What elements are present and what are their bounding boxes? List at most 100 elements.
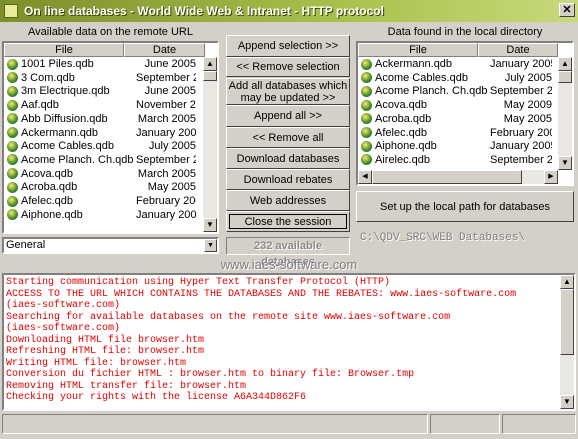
session-log[interactable]: Starting communication using Hyper Text …: [2, 273, 576, 411]
globe-db-icon: [361, 85, 372, 97]
file-name: Ackermann.qdb: [21, 126, 99, 139]
app-icon: [4, 4, 18, 18]
globe-db-icon: [7, 181, 18, 193]
append-selection-button[interactable]: Append selection >>: [226, 35, 350, 57]
file-name: Aiphone.qdb: [21, 208, 83, 221]
list-item[interactable]: Acroba.qdb May 2005: [4, 180, 196, 194]
list-item[interactable]: 3 Com.qdb September 20...: [4, 71, 196, 85]
remove-all-button[interactable]: << Remove all: [226, 127, 350, 148]
file-name: 3 Com.qdb: [21, 71, 75, 84]
file-name: Acome Cables.qdb: [21, 140, 114, 153]
log-line: Starting communication using Hyper Text …: [6, 277, 391, 288]
file-date: July 2005: [504, 71, 552, 84]
remote-col-file[interactable]: File: [4, 43, 124, 57]
scroll-up-icon[interactable]: ▲: [558, 57, 572, 71]
list-item[interactable]: Ackermann.qdb January 2005: [4, 126, 196, 140]
list-item[interactable]: 1001 Piles.qdb June 2005: [4, 57, 196, 71]
download-rebates-button[interactable]: Download rebates: [226, 169, 350, 190]
scroll-down-icon[interactable]: ▼: [203, 218, 217, 232]
scroll-thumb[interactable]: [203, 71, 217, 81]
remote-database-list[interactable]: File Date 1001 Piles.qdb June 2005 3 Com.q…: [2, 41, 219, 234]
scroll-right-icon[interactable]: ▶: [544, 170, 558, 184]
globe-db-icon: [7, 154, 18, 166]
remote-scrollbar[interactable]: ▲ ▼: [203, 57, 217, 232]
close-session-button[interactable]: Close the session: [226, 211, 350, 232]
file-name: Acome Planch. Ch.qdb: [375, 85, 488, 98]
append-all-button[interactable]: Append all >>: [226, 105, 350, 127]
chevron-down-icon[interactable]: ▼: [204, 239, 217, 252]
globe-db-icon: [7, 195, 18, 207]
category-select[interactable]: General ▼: [2, 237, 219, 254]
remote-col-date[interactable]: Date: [124, 43, 205, 57]
scroll-thumb[interactable]: [560, 289, 574, 355]
file-name: Afelec.qdb: [21, 195, 73, 207]
scroll-up-icon[interactable]: ▲: [560, 275, 574, 289]
file-date: September 20...: [136, 71, 196, 84]
file-name: Airelec.qdb: [375, 153, 431, 166]
list-item[interactable]: Abb Diffusion.qdb March 2005: [4, 112, 196, 126]
log-line: Checking your rights with the license A6…: [6, 392, 307, 403]
local-col-file[interactable]: File: [358, 43, 478, 57]
local-list-label: Data found in the local directory: [387, 26, 543, 38]
status-panel-main: [2, 414, 428, 434]
log-scrollbar[interactable]: ▲ ▼: [560, 275, 574, 409]
log-line: (iaes-software.com): [6, 323, 121, 334]
status-panel-2: [430, 414, 500, 434]
download-databases-button[interactable]: Download databases: [226, 148, 350, 169]
list-item[interactable]: 3m Electrique.qdb June 2005: [4, 84, 196, 98]
list-item[interactable]: Acome Cables.qdb July 2005: [358, 71, 552, 85]
local-horizontal-scrollbar[interactable]: ◀ ▶: [358, 170, 558, 184]
globe-db-icon: [361, 99, 372, 111]
list-item[interactable]: Acome Planch. Ch.qdbSeptember 20...: [358, 84, 552, 98]
list-item[interactable]: Acova.qdb March 2005: [4, 167, 196, 181]
list-item[interactable]: Airelec.qdb September 20...: [358, 153, 552, 167]
list-item[interactable]: Aaf.qdb November 2004: [4, 98, 196, 112]
file-date: September 20...: [490, 85, 552, 98]
list-item[interactable]: Afelec.qdb February 2005: [4, 194, 196, 208]
local-database-list[interactable]: File Date Ackermann.qdb January 2005 Acome…: [356, 41, 574, 186]
file-date: November 2004: [136, 99, 196, 112]
close-button[interactable]: ✕: [559, 3, 575, 17]
list-item[interactable]: Aiphone.qdb January 2005: [4, 208, 196, 222]
list-item[interactable]: Aiphone.qdb January 2005: [358, 139, 552, 153]
list-item[interactable]: Acome Planch. Ch.qdbSeptember 20...: [4, 153, 196, 167]
local-vertical-scrollbar[interactable]: ▲ ▼: [558, 57, 572, 170]
globe-db-icon: [361, 127, 372, 138]
file-name: Acome Cables.qdb: [375, 71, 468, 84]
file-date: May 2009: [503, 99, 552, 112]
scroll-up-icon[interactable]: ▲: [203, 57, 217, 71]
set-local-path-button[interactable]: Set up the local path for databases: [356, 191, 574, 222]
globe-db-icon: [7, 58, 18, 70]
file-name: Acova.qdb: [375, 99, 427, 112]
log-line: ACCESS TO THE URL WHICH CONTAINS THE DAT…: [6, 288, 517, 300]
scroll-left-icon[interactable]: ◀: [358, 170, 372, 184]
list-item[interactable]: Acome Cables.qdb July 2005: [4, 139, 196, 153]
file-name: Ackermann.qdb: [375, 58, 453, 70]
title-bar: On line databases - World Wide Web & Int…: [0, 0, 578, 22]
file-date: September 20...: [490, 153, 552, 166]
file-date: May 2005: [503, 112, 552, 125]
globe-db-icon: [7, 72, 18, 84]
scroll-thumb[interactable]: [372, 170, 522, 184]
scroll-down-icon[interactable]: ▼: [560, 395, 574, 409]
list-item[interactable]: Ackermann.qdb January 2005: [358, 57, 552, 71]
status-panel-3: [502, 414, 576, 434]
list-item[interactable]: Afelec.qdb February 2005: [358, 126, 552, 140]
web-addresses-button[interactable]: Web addresses: [226, 190, 350, 211]
log-line: Conversion du fichier HTML : browser.htm…: [6, 369, 415, 380]
scroll-down-icon[interactable]: ▼: [558, 156, 572, 170]
file-name: 1001 Piles.qdb: [21, 58, 94, 70]
local-col-date[interactable]: Date: [478, 43, 558, 57]
globe-db-icon: [7, 85, 18, 97]
file-date: January 2005: [490, 58, 552, 70]
file-date: January 2005: [136, 126, 196, 139]
add-all-updatable-button[interactable]: Add all databases which may be updated >…: [226, 78, 350, 105]
file-date: June 2005: [144, 58, 196, 70]
scroll-thumb[interactable]: [558, 71, 572, 83]
list-item[interactable]: Acova.qdb May 2009: [358, 98, 552, 112]
remove-selection-button[interactable]: << Remove selection: [226, 57, 350, 77]
list-item[interactable]: Acroba.qdb May 2005: [358, 112, 552, 126]
website-label: www.iaes-software.com: [220, 257, 358, 272]
file-name: Afelec.qdb: [375, 126, 427, 139]
file-name: Acroba.qdb: [21, 181, 78, 194]
